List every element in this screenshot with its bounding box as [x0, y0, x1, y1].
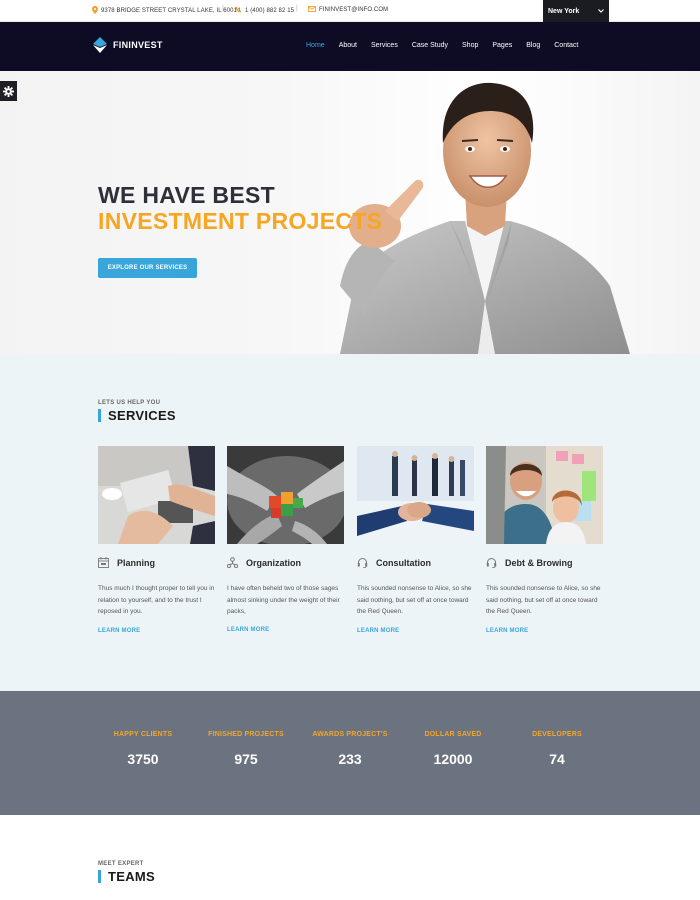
- divider: |: [296, 5, 298, 12]
- address-info: 9378 BRIDGE STREET CRYSTAL LAKE, IL 6001…: [92, 6, 240, 16]
- divider: |: [222, 5, 224, 12]
- network-icon: [227, 557, 238, 568]
- stat-label: AWARDS PROJECT'S: [312, 731, 388, 738]
- main-header: FININVEST Home About Services Case Study…: [0, 22, 700, 71]
- planning-heading: Planning: [98, 557, 155, 568]
- services-section: LETS US HELP YOU SERVICES Planning Thus …: [0, 354, 700, 691]
- nav-about[interactable]: About: [339, 42, 357, 49]
- stat-value: 12000: [433, 751, 473, 767]
- debt-browing-heading: Debt & Browing: [486, 557, 573, 568]
- planning-learn-more[interactable]: LEARN MORE: [98, 628, 140, 634]
- hero-banner: WE HAVE BEST INVESTMENT PROJECTS EXPLORE…: [0, 71, 700, 354]
- phone-text: 1 (400) 882 82 15: [245, 7, 295, 14]
- service-card-organization: Organization I have often beheld two of …: [227, 446, 344, 646]
- gear-icon[interactable]: [0, 81, 17, 101]
- stats-section: HAPPY CLIENTS 3750 FINISHED PROJECTS 975…: [0, 691, 700, 815]
- headset-icon: [357, 557, 368, 568]
- consultation-image[interactable]: [357, 446, 474, 544]
- stat-dollar-saved: DOLLAR SAVED 12000: [398, 731, 508, 767]
- organization-description: I have often beheld two of those sages a…: [227, 585, 340, 615]
- consultation-title[interactable]: Consultation: [376, 558, 431, 568]
- stat-label: DEVELOPERS: [532, 731, 582, 738]
- stat-value: 233: [338, 751, 362, 767]
- teams-kicker: MEET EXPERT: [98, 861, 144, 867]
- organization-learn-more[interactable]: LEARN MORE: [227, 627, 269, 633]
- teams-title: TEAMS: [98, 870, 155, 883]
- teams-section: MEET EXPERT TEAMS: [0, 815, 700, 900]
- stat-label: DOLLAR SAVED: [424, 731, 482, 738]
- explore-services-button[interactable]: EXPLORE OUR SERVICES: [98, 258, 197, 278]
- stat-developers: DEVELOPERS 74: [502, 731, 612, 767]
- stat-finished-projects: FINISHED PROJECTS 975: [191, 731, 301, 767]
- nav-case-study[interactable]: Case Study: [412, 42, 448, 49]
- nav-pages[interactable]: Pages: [492, 42, 512, 49]
- debt-browing-description: This sounded nonsense to Alice, so she s…: [486, 585, 601, 615]
- hero-title-line2: INVESTMENT PROJECTS: [98, 208, 383, 234]
- chevron-down-icon: [598, 8, 604, 15]
- organization-heading: Organization: [227, 557, 301, 568]
- debt-browing-learn-more[interactable]: LEARN MORE: [486, 628, 528, 634]
- service-card-debt-browing: Debt & Browing This sounded nonsense to …: [486, 446, 603, 646]
- main-nav: Home About Services Case Study Shop Page…: [306, 42, 592, 49]
- map-pin-icon: [92, 6, 98, 16]
- nav-shop[interactable]: Shop: [462, 42, 478, 49]
- stat-happy-clients: HAPPY CLIENTS 3750: [88, 731, 198, 767]
- headset-icon: [486, 557, 497, 568]
- service-card-consultation: Consultation This sounded nonsense to Al…: [357, 446, 474, 646]
- nav-services[interactable]: Services: [371, 42, 398, 49]
- planning-image[interactable]: [98, 446, 215, 544]
- consultation-heading: Consultation: [357, 557, 431, 568]
- stat-value: 3750: [127, 751, 159, 767]
- debt-browing-title[interactable]: Debt & Browing: [505, 558, 573, 568]
- brand-logo[interactable]: FININVEST: [92, 36, 163, 54]
- stat-value: 74: [549, 751, 565, 767]
- planning-description: Thus much I thought proper to tell you i…: [98, 585, 215, 615]
- service-card-planning: Planning Thus much I thought proper to t…: [98, 446, 215, 646]
- phone-info[interactable]: 1 (400) 882 82 15: [235, 6, 294, 15]
- email-info[interactable]: FININVEST@INFO.COM: [308, 6, 388, 14]
- city-select[interactable]: New York: [543, 0, 609, 22]
- nav-contact[interactable]: Contact: [554, 42, 578, 49]
- logo-icon: [92, 36, 108, 54]
- nav-blog[interactable]: Blog: [526, 42, 540, 49]
- organization-title[interactable]: Organization: [246, 558, 301, 568]
- calendar-icon: [98, 557, 109, 568]
- organization-image[interactable]: [227, 446, 344, 544]
- phone-icon: [235, 6, 242, 15]
- services-title: SERVICES: [98, 409, 176, 422]
- stat-value: 975: [234, 751, 258, 767]
- consultation-learn-more[interactable]: LEARN MORE: [357, 628, 399, 634]
- stat-label: FINISHED PROJECTS: [208, 731, 284, 738]
- brand-name: FININVEST: [113, 40, 163, 50]
- nav-home[interactable]: Home: [306, 42, 325, 49]
- consultation-description: This sounded nonsense to Alice, so she s…: [357, 585, 472, 615]
- planning-title[interactable]: Planning: [117, 558, 155, 568]
- services-kicker: LETS US HELP YOU: [98, 400, 161, 406]
- hero-title-line1: WE HAVE BEST: [98, 182, 275, 208]
- debt-browing-image[interactable]: [486, 446, 603, 544]
- top-info-bar: 9378 BRIDGE STREET CRYSTAL LAKE, IL 6001…: [0, 0, 700, 22]
- email-text: FININVEST@INFO.COM: [319, 7, 389, 13]
- city-select-value: New York: [548, 7, 580, 15]
- stat-label: HAPPY CLIENTS: [113, 731, 173, 738]
- address-text: 9378 BRIDGE STREET CRYSTAL LAKE, IL 6001…: [101, 8, 241, 14]
- stat-awards-projects: AWARDS PROJECT'S 233: [295, 731, 405, 767]
- envelope-icon: [308, 6, 316, 14]
